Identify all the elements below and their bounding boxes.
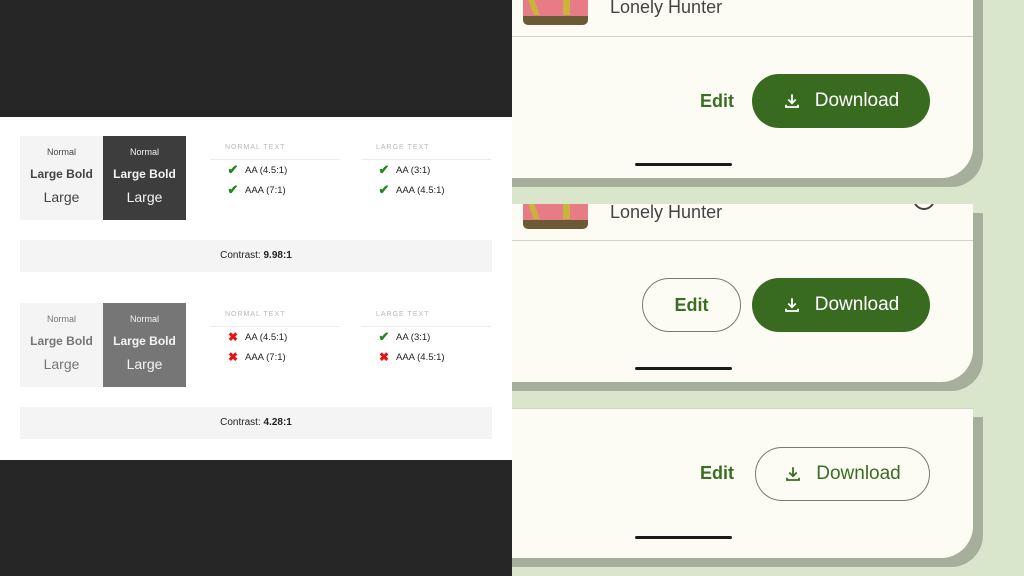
gesture-handle (635, 163, 732, 166)
rule-label: AAA (7:1) (245, 351, 286, 363)
download-button[interactable]: Download (752, 278, 930, 332)
phone-mockup: Lonely Hunter Edit Download (512, 204, 973, 382)
x-icon: ✖ (227, 330, 239, 344)
download-label: Download (816, 463, 901, 484)
rule-label: AA (3:1) (396, 164, 431, 176)
album-thumbnail (523, 204, 588, 229)
download-icon (784, 94, 799, 108)
contrast-value: 4.28:1 (263, 417, 292, 428)
swatch-normal-text: Normal (46, 314, 76, 324)
swatch-large-bold-text: Large Bold (113, 167, 176, 181)
swatch-large-text: Large (43, 356, 80, 372)
edit-button[interactable]: Edit (642, 278, 741, 332)
swatch-large-text: Large (126, 356, 163, 372)
download-label: Download (814, 294, 900, 315)
rule-row: ✔ AA (3:1) (361, 327, 491, 347)
swatch-normal-text: Normal (129, 147, 159, 157)
large-text-column: LARGE TEXT ✔ AA (3:1) ✖ AAA (4.5:1) (361, 303, 491, 367)
normal-text-column: NORMAL TEXT ✔ AA (4.5:1) ✔ AAA (7:1) (210, 136, 340, 200)
check-icon: ✔ (227, 182, 239, 197)
phone-mockup: Edit Download (512, 408, 973, 558)
download-button[interactable]: Download (752, 74, 930, 128)
rule-label: AA (3:1) (396, 331, 431, 343)
column-heading: NORMAL TEXT (210, 136, 340, 160)
swatch-dark: Normal Large Bold Large (103, 136, 186, 220)
rule-label: AA (4.5:1) (245, 331, 288, 343)
radio-button[interactable] (913, 204, 935, 210)
rule-label: AAA (7:1) (245, 184, 286, 196)
download-icon (786, 467, 801, 481)
button-variants-panel: Lonely Hunter Edit Download Lonely Hunte… (512, 0, 1024, 576)
download-button[interactable]: Download (755, 447, 930, 501)
swatch-normal-text: Normal (46, 147, 76, 157)
contrast-label: Contrast: (220, 250, 261, 261)
edit-button[interactable]: Edit (687, 446, 747, 500)
x-icon: ✖ (227, 350, 239, 364)
rule-row: ✔ AAA (4.5:1) (361, 180, 491, 200)
rule-row: ✖ AAA (4.5:1) (361, 347, 491, 367)
column-heading: LARGE TEXT (361, 303, 491, 327)
rule-row: ✖ AAA (7:1) (210, 347, 340, 367)
download-icon (784, 298, 799, 312)
swatch-large-text: Large (126, 189, 163, 205)
swatch-light: Normal Large Bold Large (20, 303, 103, 387)
column-heading: LARGE TEXT (361, 136, 491, 160)
contrast-ratio-bar: Contrast: 9.98:1 (20, 240, 492, 272)
check-icon: ✔ (227, 162, 239, 177)
check-icon: ✔ (378, 162, 390, 177)
contrast-value: 9.98:1 (263, 250, 292, 261)
rule-row: ✔ AA (4.5:1) (210, 160, 340, 180)
track-title: Lonely Hunter (610, 0, 723, 17)
contrast-label: Contrast: (220, 417, 261, 428)
rule-label: AAA (4.5:1) (396, 351, 445, 363)
divider (512, 36, 973, 37)
rule-row: ✔ AAA (7:1) (210, 180, 340, 200)
normal-text-column: NORMAL TEXT ✖ AA (4.5:1) ✖ AAA (7:1) (210, 303, 340, 367)
rule-row: ✔ AA (3:1) (361, 160, 491, 180)
swatch-large-text: Large (43, 189, 80, 205)
download-label: Download (814, 90, 900, 111)
check-icon: ✔ (378, 329, 390, 344)
track-title: Lonely Hunter (610, 204, 723, 222)
contrast-checker-panel: Normal Large Bold Large Normal Large Bol… (0, 117, 512, 460)
edit-button[interactable]: Edit (687, 74, 747, 128)
gesture-handle (635, 536, 732, 539)
swatch-light: Normal Large Bold Large (20, 136, 103, 220)
swatch-large-bold-text: Large Bold (30, 334, 93, 348)
check-icon: ✔ (378, 182, 390, 197)
swatch-dark: Normal Large Bold Large (103, 303, 186, 387)
swatch-group: Normal Large Bold Large Normal Large Bol… (20, 303, 186, 387)
gesture-handle (635, 367, 732, 370)
swatch-large-bold-text: Large Bold (30, 167, 93, 181)
swatch-large-bold-text: Large Bold (113, 334, 176, 348)
phone-mockup: Lonely Hunter Edit Download (512, 0, 973, 178)
album-thumbnail (523, 0, 588, 25)
rule-label: AAA (4.5:1) (396, 184, 445, 196)
column-heading: NORMAL TEXT (210, 303, 340, 327)
contrast-ratio-bar: Contrast: 4.28:1 (20, 407, 492, 439)
swatch-group: Normal Large Bold Large Normal Large Bol… (20, 136, 186, 220)
large-text-column: LARGE TEXT ✔ AA (3:1) ✔ AAA (4.5:1) (361, 136, 491, 200)
swatch-normal-text: Normal (129, 314, 159, 324)
divider (512, 240, 973, 241)
x-icon: ✖ (378, 350, 390, 364)
rule-label: AA (4.5:1) (245, 164, 288, 176)
rule-row: ✖ AA (4.5:1) (210, 327, 340, 347)
divider (512, 408, 973, 409)
